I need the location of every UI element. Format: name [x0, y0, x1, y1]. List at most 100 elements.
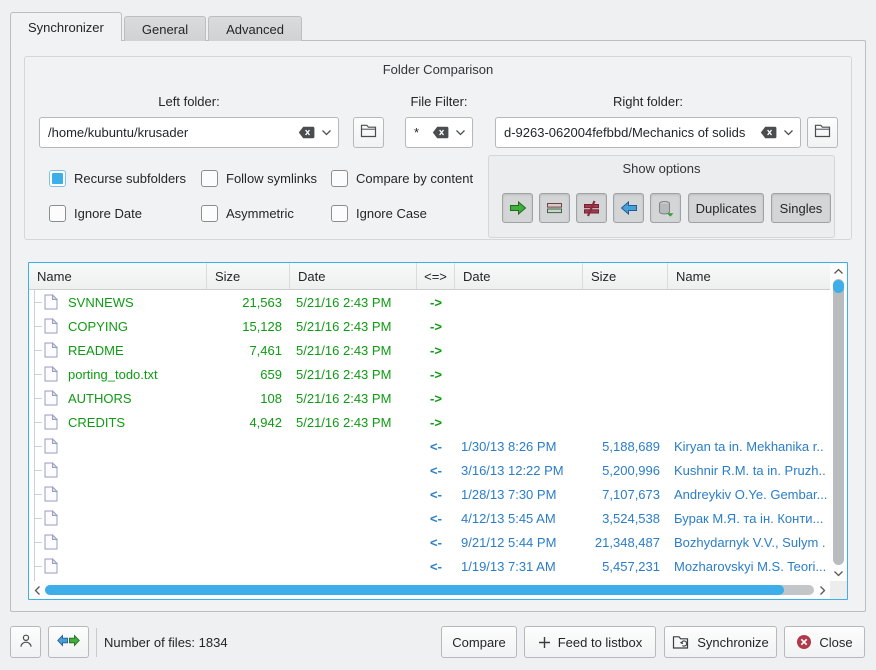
cell-left-name: COPYING — [29, 314, 207, 338]
tab-general[interactable]: General — [124, 16, 206, 41]
table-row[interactable]: <-1/28/13 7:30 PM7,107,673Andreykiv O.Ye… — [29, 482, 830, 506]
checkbox-follow-symlinks[interactable]: Follow symlinks — [201, 169, 331, 188]
tree-branch — [34, 422, 42, 423]
button-label: Synchronize — [697, 635, 769, 650]
table-row[interactable]: <-3/16/13 12:22 PM5,200,996Kushnir R.M. … — [29, 458, 830, 482]
cell-direction: -> — [417, 343, 455, 358]
left-folder-combo[interactable]: /home/kubuntu/krusader — [39, 117, 339, 148]
column-header-6-name[interactable]: Name — [668, 263, 830, 289]
table-row[interactable]: <-9/21/12 5:44 PM21,348,487Bozhydarnyk V… — [29, 530, 830, 554]
cell-right-name: Bozhydarnyk V.V., Sulym . — [668, 535, 830, 550]
checkbox-ignore-case[interactable]: Ignore Case — [331, 204, 485, 223]
file-filter-combo[interactable]: * — [405, 117, 473, 148]
show-deletable-button[interactable] — [650, 193, 681, 223]
cell-right-date: 4/12/13 5:45 AM — [455, 511, 583, 526]
checkbox-label: Compare by content — [356, 171, 473, 186]
column-header-5-size[interactable]: Size — [583, 263, 668, 289]
horizontal-scrollbar[interactable] — [29, 581, 830, 599]
show-options-group: Show options DuplicatesSingles — [488, 155, 835, 238]
scroll-up-icon[interactable] — [831, 264, 845, 278]
vertical-scrollbar-thumb[interactable] — [833, 280, 844, 293]
table-row[interactable]: porting_todo.txt6595/21/16 2:43 PM-> — [29, 362, 830, 386]
right-folder-dropdown-arrow[interactable] — [781, 129, 794, 136]
cell-direction: <- — [417, 463, 455, 478]
vertical-scrollbar[interactable] — [830, 263, 847, 581]
right-folder-combo[interactable]: d-9263-062004fefbbd/Mechanics of solids — [495, 117, 801, 148]
folder-comparison-group: Folder Comparison Left folder: File Filt… — [24, 56, 852, 240]
compare-button[interactable]: Compare — [441, 626, 517, 658]
table-row[interactable]: README7,4615/21/16 2:43 PM-> — [29, 338, 830, 362]
vertical-scrollbar-track[interactable] — [833, 279, 844, 565]
tab-advanced[interactable]: Advanced — [208, 16, 302, 41]
cell-right-size: 7,107,673 — [583, 487, 668, 502]
right-folder-browse-button[interactable] — [807, 117, 838, 148]
show-copy-to-left-button[interactable] — [613, 193, 644, 223]
table-row[interactable]: CREDITS4,9425/21/16 2:43 PM-> — [29, 410, 830, 434]
cell-direction: <- — [417, 559, 455, 574]
file-icon — [44, 486, 58, 502]
show-not-equal-button[interactable] — [576, 193, 607, 223]
show-equal-button[interactable] — [539, 193, 570, 223]
swap-sides-button[interactable] — [48, 626, 89, 658]
cell-right-size: 5,457,231 — [583, 559, 668, 574]
close-icon — [796, 634, 812, 650]
tree-branch — [34, 542, 42, 543]
checkbox-asymmetric[interactable]: Asymmetric — [201, 204, 331, 223]
tab-synchronizer[interactable]: Synchronizer — [10, 12, 122, 41]
feed-to-listbox-button[interactable]: Feed to listbox — [524, 626, 656, 658]
duplicates-button[interactable]: Duplicates — [688, 193, 764, 223]
table-row[interactable]: COPYING15,1285/21/16 2:43 PM-> — [29, 314, 830, 338]
not-equals-icon — [582, 200, 601, 217]
scroll-down-icon[interactable] — [831, 566, 845, 580]
cell-direction: -> — [417, 319, 455, 334]
cell-left-name: README — [29, 338, 207, 362]
show-options-buttons: DuplicatesSingles — [489, 193, 834, 224]
comparison-table: NameSizeDate<=>DateSizeName SVNNEWS21,56… — [28, 262, 848, 600]
file-filter-dropdown-arrow[interactable] — [453, 129, 466, 136]
left-folder-browse-button[interactable] — [353, 117, 384, 148]
synchronize-button[interactable]: Synchronize — [664, 626, 777, 658]
cell-right-date: 9/21/12 5:44 PM — [455, 535, 583, 550]
cell-left-name: porting_todo.txt — [29, 362, 207, 386]
table-row[interactable]: <-4/12/13 5:45 AM3,524,538Бурак М.Я. та … — [29, 506, 830, 530]
cell-left-name — [29, 458, 207, 482]
cell-direction: <- — [417, 535, 455, 550]
cell-right-size: 3,524,538 — [583, 511, 668, 526]
button-label: Feed to listbox — [558, 635, 643, 650]
horizontal-scrollbar-thumb[interactable] — [45, 585, 784, 595]
column-header-1-size[interactable]: Size — [207, 263, 290, 289]
show-copy-to-right-button[interactable] — [502, 193, 533, 223]
cell-left-date: 5/21/16 2:43 PM — [290, 367, 417, 382]
cell-right-name: Kushnir R.M. ta in. Pruzh.. — [668, 463, 830, 478]
left-folder-dropdown-arrow[interactable] — [319, 129, 332, 136]
checkbox-box — [201, 205, 218, 222]
checkbox-box — [49, 205, 66, 222]
cell-left-name: CREDITS — [29, 410, 207, 434]
table-row[interactable]: AUTHORS1085/21/16 2:43 PM-> — [29, 386, 830, 410]
column-header-2-date[interactable]: Date — [290, 263, 417, 289]
scroll-left-icon[interactable] — [30, 583, 44, 597]
profile-button[interactable] — [10, 626, 41, 658]
file-icon — [44, 462, 58, 478]
table-row[interactable]: <-1/30/13 8:26 PM5,188,689Kiryan ta in. … — [29, 434, 830, 458]
trash-icon — [657, 200, 675, 217]
folder-icon — [360, 124, 377, 141]
file-filter-value: * — [414, 125, 428, 140]
cell-right-name: Kiryan ta in. Mekhanika r.. — [668, 439, 830, 454]
right-folder-clear-button[interactable] — [760, 126, 777, 139]
table-row[interactable]: <-1/19/13 7:31 AM5,457,231Mozharovskyi M… — [29, 554, 830, 578]
scroll-right-icon[interactable] — [815, 583, 829, 597]
column-header-3-[interactable]: <=> — [417, 263, 455, 289]
column-header-0-name[interactable]: Name — [29, 263, 207, 289]
left-folder-clear-button[interactable] — [298, 126, 315, 139]
file-filter-clear-button[interactable] — [432, 126, 449, 139]
singles-button[interactable]: Singles — [771, 193, 831, 223]
checkbox-recurse-subfolders[interactable]: Recurse subfolders — [49, 169, 201, 188]
checkbox-label: Ignore Case — [356, 206, 427, 221]
close-button[interactable]: Close — [784, 626, 865, 658]
table-row[interactable]: SVNNEWS21,5635/21/16 2:43 PM-> — [29, 290, 830, 314]
checkbox-ignore-date[interactable]: Ignore Date — [49, 204, 201, 223]
left-folder-label: Left folder: — [158, 94, 219, 109]
checkbox-compare-by-content[interactable]: Compare by content — [331, 169, 485, 188]
column-header-4-date[interactable]: Date — [455, 263, 583, 289]
